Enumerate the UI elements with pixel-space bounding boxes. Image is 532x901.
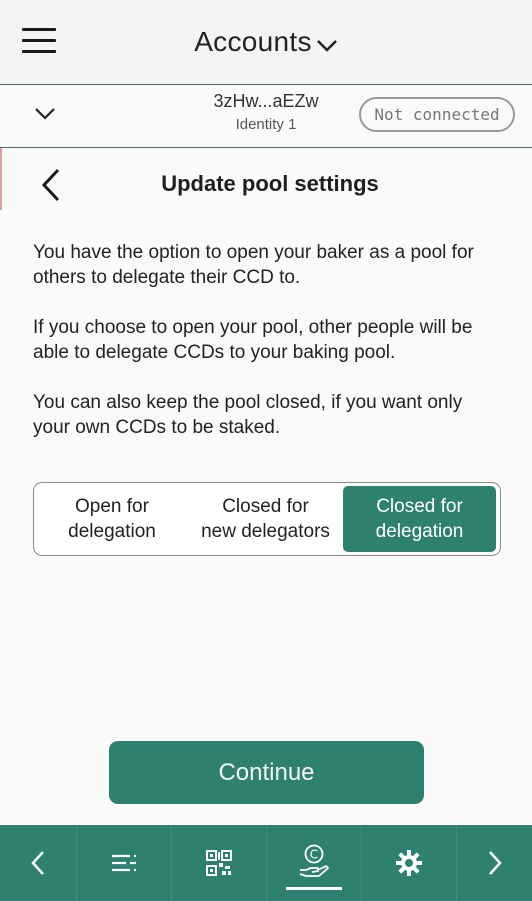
- option-label-line2: new delegators: [201, 521, 330, 542]
- page-title: Update pool settings: [161, 171, 379, 196]
- list-icon: [112, 854, 136, 872]
- nav-qr-button[interactable]: [172, 825, 267, 901]
- top-bar: Accounts: [0, 0, 532, 85]
- continue-button[interactable]: Continue: [109, 741, 424, 804]
- page-header: Update pool settings: [0, 148, 532, 222]
- option-label-line1: Open for: [75, 496, 149, 517]
- chevron-left-icon: [31, 851, 44, 875]
- pool-status-selector: Open for delegation Closed for new delegat…: [33, 482, 501, 556]
- nav-next-button[interactable]: [457, 825, 532, 901]
- nav-active-indicator: [286, 887, 342, 890]
- option-label-line1: Closed for: [222, 496, 309, 517]
- page-title-accounts: Accounts: [194, 26, 312, 57]
- description-paragraph-3: You can also keep the pool closed, if yo…: [33, 392, 463, 438]
- chevron-right-icon: [488, 851, 502, 875]
- option-closed-for-delegation[interactable]: Closed for delegation: [343, 486, 496, 552]
- nav-prev-button[interactable]: [0, 825, 77, 901]
- option-closed-for-new-delegators[interactable]: Closed for new delegators: [189, 486, 342, 552]
- description-paragraph-2: If you choose to open your pool, other p…: [33, 317, 473, 363]
- option-label-line2: delegation: [68, 521, 156, 542]
- gear-icon: [396, 850, 422, 876]
- option-label-line2: delegation: [375, 521, 464, 542]
- option-label-line1: Closed for: [376, 496, 463, 517]
- svg-text:C: C: [310, 848, 318, 862]
- nav-list-button[interactable]: [77, 825, 172, 901]
- bottom-navigation: C: [0, 825, 532, 901]
- nav-settings-button[interactable]: [362, 825, 457, 901]
- staking-ccd-icon: C: [299, 844, 329, 877]
- chevron-down-icon: [316, 28, 338, 60]
- qr-code-icon: [206, 850, 232, 876]
- accounts-dropdown[interactable]: Accounts: [0, 26, 532, 60]
- option-open-for-delegation[interactable]: Open for delegation: [37, 486, 187, 552]
- account-selector: 3zHw...aEZw Identity 1 Not connected: [0, 85, 532, 148]
- description-paragraph-1: You have the option to open your baker a…: [33, 242, 474, 288]
- connection-status-badge: Not connected: [359, 97, 515, 132]
